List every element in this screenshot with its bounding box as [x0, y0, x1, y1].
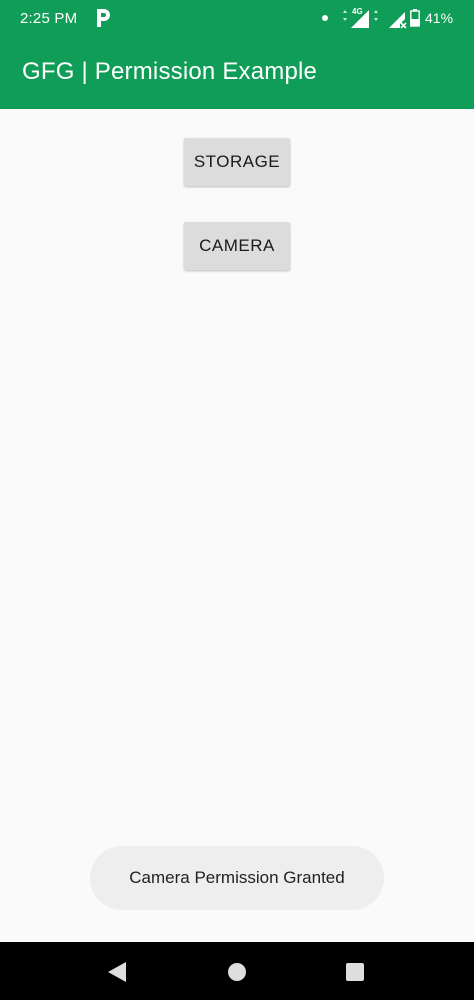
toast-text: Camera Permission Granted: [129, 868, 345, 887]
p-app-icon: [97, 9, 110, 27]
camera-button[interactable]: CAMERA: [184, 222, 290, 270]
navigation-bar: [0, 942, 474, 1000]
status-bar: 2:25 PM 4G 41%: [0, 0, 474, 38]
app-title: GFG | Permission Example: [22, 58, 318, 85]
app-bar: GFG | Permission Example: [0, 38, 474, 109]
home-icon[interactable]: [228, 963, 246, 981]
battery-percent: 41%: [425, 10, 454, 26]
toast-message: Camera Permission Granted: [90, 846, 384, 910]
battery-icon: [410, 9, 420, 27]
back-icon[interactable]: [107, 961, 127, 983]
signal-no-sim-icon: [389, 12, 407, 29]
status-time: 2:25 PM: [20, 10, 78, 27]
storage-button[interactable]: STORAGE: [184, 138, 290, 186]
recents-icon[interactable]: [346, 963, 364, 981]
signal-4g-icon: [343, 10, 378, 28]
app-screen: 2:25 PM 4G 41% GFG | Permission Example …: [0, 0, 474, 1000]
notification-dot-icon: [322, 15, 328, 21]
